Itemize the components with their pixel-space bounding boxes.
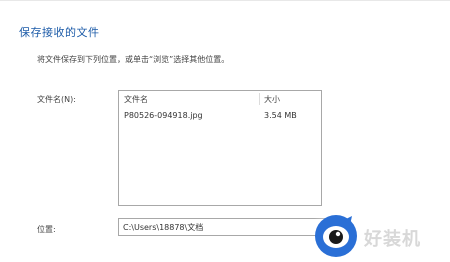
file-name: P80526-094918.jpg [124,111,203,120]
filename-label: 文件名(N): [37,95,76,104]
location-field[interactable]: C:\Users\18878\文档 [118,218,338,236]
file-list[interactable]: 文件名 大小 P80526-094918.jpg 3.54 MB [118,90,322,206]
column-header-size[interactable]: 大小 [264,94,280,105]
eye-logo-icon [315,215,357,257]
instruction-text: 将文件保存到下列位置，或单击“浏览”选择其他位置。 [37,55,230,64]
file-size: 3.54 MB [264,111,297,120]
dialog-title: 保存接收的文件 [19,26,100,39]
location-label: 位置: [37,225,56,234]
watermark: 好装机 [314,210,450,262]
watermark-text: 好装机 [364,229,421,250]
column-divider[interactable] [259,93,260,105]
top-divider [0,0,450,1]
file-row[interactable]: P80526-094918.jpg 3.54 MB [119,111,321,123]
column-header-name[interactable]: 文件名 [124,94,148,105]
